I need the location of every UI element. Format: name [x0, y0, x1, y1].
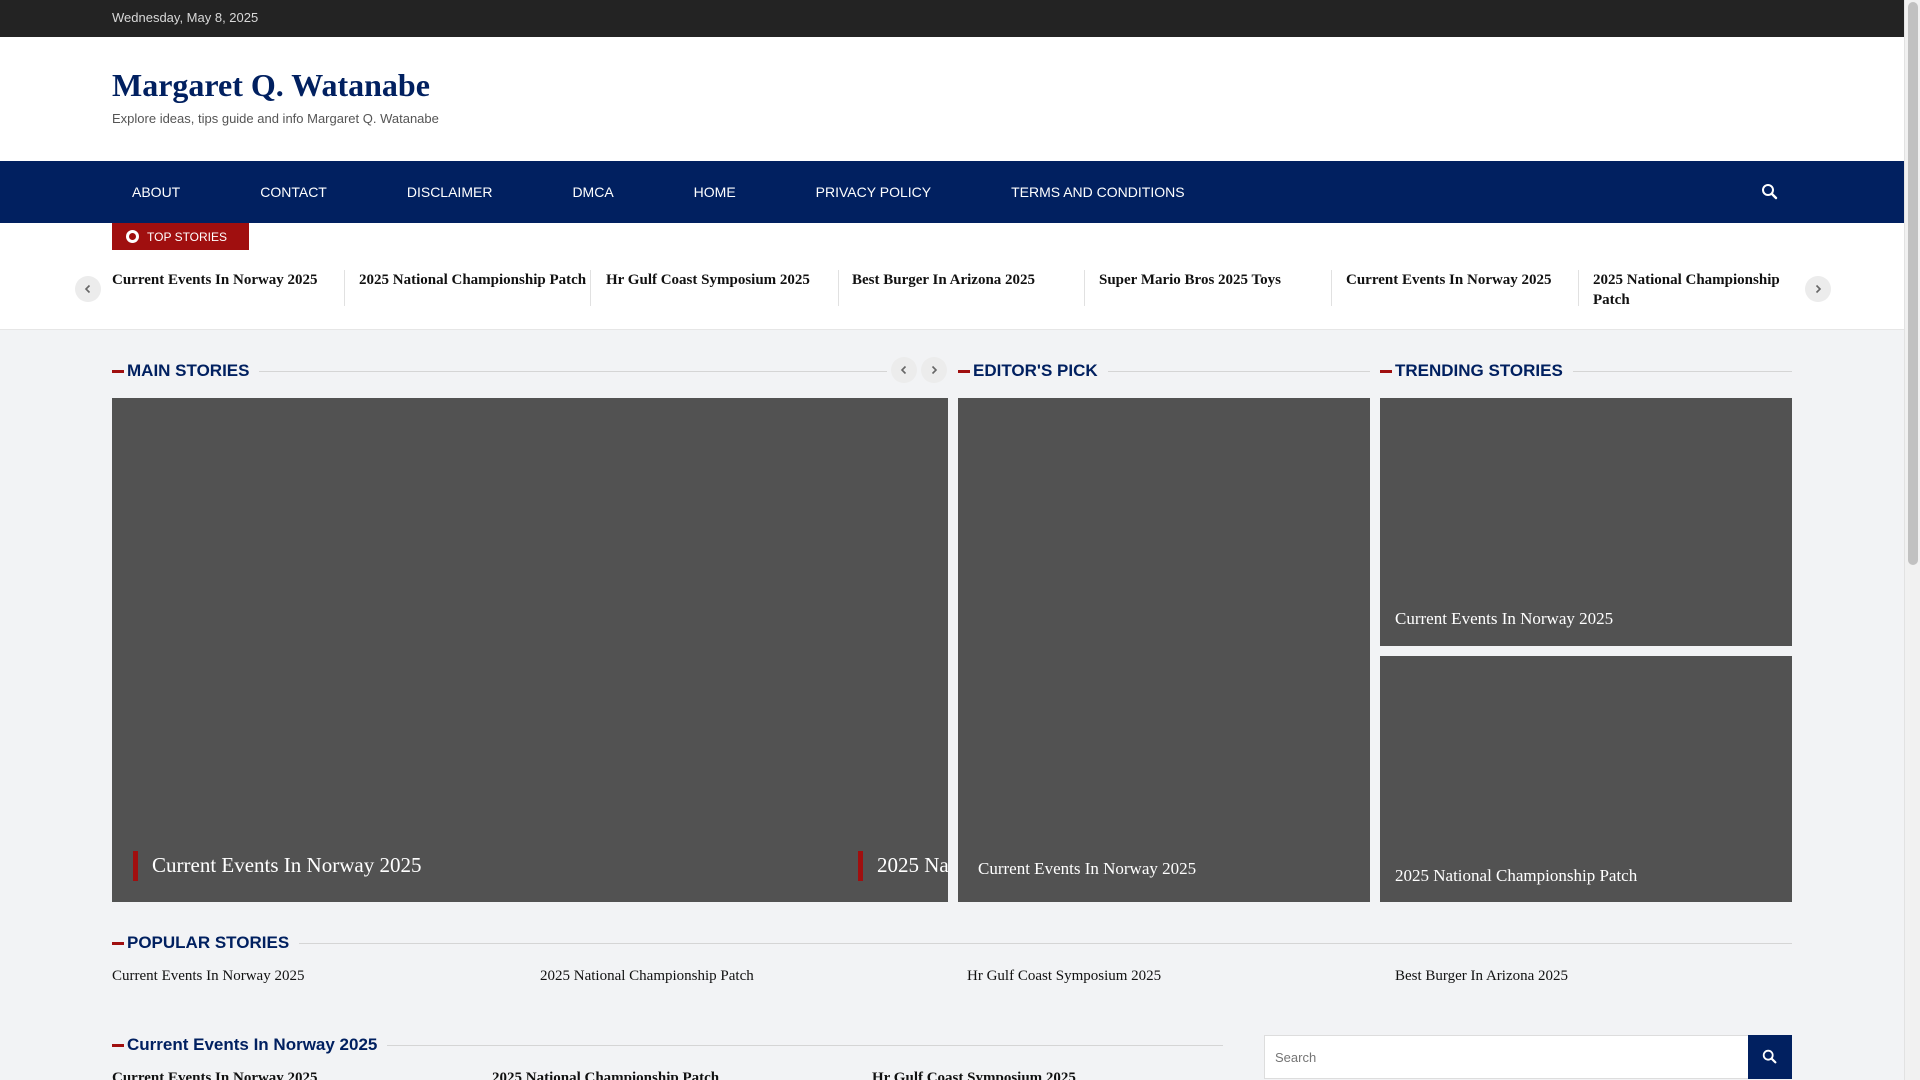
scrollbar-thumb[interactable] [1908, 2, 1918, 565]
trending-caption[interactable]: Current Events In Norway 2025 [1395, 609, 1613, 629]
search-icon[interactable] [1760, 182, 1780, 202]
nav-item-disclaimer[interactable]: DISCLAIMER [387, 184, 513, 200]
ticker-item[interactable]: Hr Gulf Coast Symposium 2025 [606, 270, 836, 290]
ticker-divider [590, 270, 591, 306]
main-slide-caption[interactable]: Current Events In Norway 2025 [133, 851, 421, 881]
popular-stories-title: POPULAR STORIES [127, 933, 290, 952]
main-stories-slider[interactable]: Current Events In Norway 2025 2025 Natio… [112, 398, 948, 902]
top-stories-ticker: TOP STORIES Current Events In Norway 202… [0, 223, 1904, 330]
editors-pick-heading: EDITOR'S PICK [958, 359, 1370, 383]
current-date: Wednesday, May 8, 2025 [112, 10, 259, 25]
site-header: Margaret Q. Watanabe Explore ideas, tips… [0, 37, 1904, 161]
ticker-item[interactable]: Best Burger In Arizona 2025 [852, 270, 1082, 290]
heading-accent [958, 369, 970, 373]
search-icon [1762, 1049, 1777, 1064]
ticker-item[interactable]: 2025 National Championship Patch [1593, 270, 1793, 310]
nav-item-privacy-policy[interactable]: PRIVACY POLICY [796, 184, 951, 200]
category-story-link[interactable]: Hr Gulf Coast Symposium 2025 [872, 1070, 1076, 1080]
nav-item-home[interactable]: HOME [674, 184, 756, 200]
ticker-next-button[interactable] [1805, 276, 1831, 302]
top-bar: Wednesday, May 8, 2025 [0, 0, 1904, 37]
ticker-prev-button[interactable] [75, 276, 101, 302]
category-heading: Current Events In Norway 2025 [112, 1033, 1223, 1057]
heading-rule [1107, 370, 1370, 372]
category-title[interactable]: Current Events In Norway 2025 [127, 1035, 387, 1055]
nav-item-contact[interactable]: CONTACT [240, 184, 347, 200]
chevron-right-icon [1815, 284, 1822, 294]
live-dot-icon [126, 230, 139, 243]
ticker-divider [1578, 270, 1579, 306]
chevron-left-icon [84, 284, 91, 294]
trending-card[interactable]: Current Events In Norway 2025 [1380, 398, 1792, 646]
editors-pick-title: EDITOR'S PICK [973, 361, 1098, 380]
main-stories-heading: MAIN STORIES [112, 359, 887, 383]
heading-rule [1572, 370, 1792, 372]
ticker-item[interactable]: Current Events In Norway 2025 [1346, 270, 1576, 290]
main-stories-title: MAIN STORIES [127, 361, 250, 380]
sidebar-search-field [1264, 1035, 1749, 1079]
ticker-divider [1084, 270, 1085, 306]
heading-rule [387, 1044, 1223, 1046]
ticker-divider [344, 270, 345, 306]
heading-accent [112, 1043, 124, 1047]
site-title[interactable]: Margaret Q. Watanabe [112, 67, 430, 104]
editors-pick-card[interactable]: Current Events In Norway 2025 [958, 398, 1370, 902]
heading-accent [112, 941, 124, 945]
popular-story-link[interactable]: 2025 National Championship Patch [540, 968, 754, 985]
main-stories-next-button[interactable] [921, 357, 947, 383]
main-navigation: ABOUT CONTACT DISCLAIMER DMCA HOME PRIVA… [0, 161, 1904, 223]
ticker-divider [1331, 270, 1332, 306]
main-slide-caption[interactable]: 2025 National Championship Patch [858, 851, 948, 881]
search-input[interactable] [1265, 1036, 1749, 1078]
page-scrollbar[interactable] [1904, 0, 1920, 1080]
search-submit-button[interactable] [1748, 1035, 1792, 1079]
heading-rule [299, 942, 1792, 944]
trending-stories-heading: TRENDING STORIES [1380, 359, 1792, 383]
ticker-item[interactable]: 2025 National Championship Patch [359, 270, 589, 290]
main-stories-prev-button[interactable] [891, 357, 917, 383]
heading-accent [112, 369, 124, 373]
editors-pick-caption[interactable]: Current Events In Norway 2025 [978, 859, 1196, 879]
chevron-right-icon [931, 365, 938, 375]
popular-stories-heading: POPULAR STORIES [112, 931, 1792, 955]
top-stories-label: TOP STORIES [147, 229, 228, 244]
nav-item-terms[interactable]: TERMS AND CONDITIONS [991, 184, 1204, 200]
popular-story-link[interactable]: Current Events In Norway 2025 [112, 968, 304, 985]
ticker-divider [838, 270, 839, 306]
heading-rule [259, 370, 887, 372]
trending-stories-title: TRENDING STORIES [1395, 361, 1563, 380]
ticker-item[interactable]: Current Events In Norway 2025 [112, 270, 342, 290]
heading-accent [1380, 369, 1392, 373]
trending-caption[interactable]: 2025 National Championship Patch [1395, 866, 1637, 886]
site-tagline: Explore ideas, tips guide and info Marga… [112, 111, 439, 126]
chevron-left-icon [900, 365, 907, 375]
ticker-item[interactable]: Super Mario Bros 2025 Toys [1099, 270, 1329, 290]
nav-item-about[interactable]: ABOUT [112, 184, 200, 200]
nav-item-dmca[interactable]: DMCA [552, 184, 633, 200]
category-story-link[interactable]: 2025 National Championship Patch [492, 1070, 719, 1080]
category-story-link[interactable]: Current Events In Norway 2025 [112, 1070, 318, 1080]
trending-card[interactable]: 2025 National Championship Patch [1380, 656, 1792, 902]
popular-story-link[interactable]: Best Burger In Arizona 2025 [1395, 968, 1568, 985]
top-stories-badge: TOP STORIES [112, 223, 249, 250]
popular-story-link[interactable]: Hr Gulf Coast Symposium 2025 [967, 968, 1161, 985]
